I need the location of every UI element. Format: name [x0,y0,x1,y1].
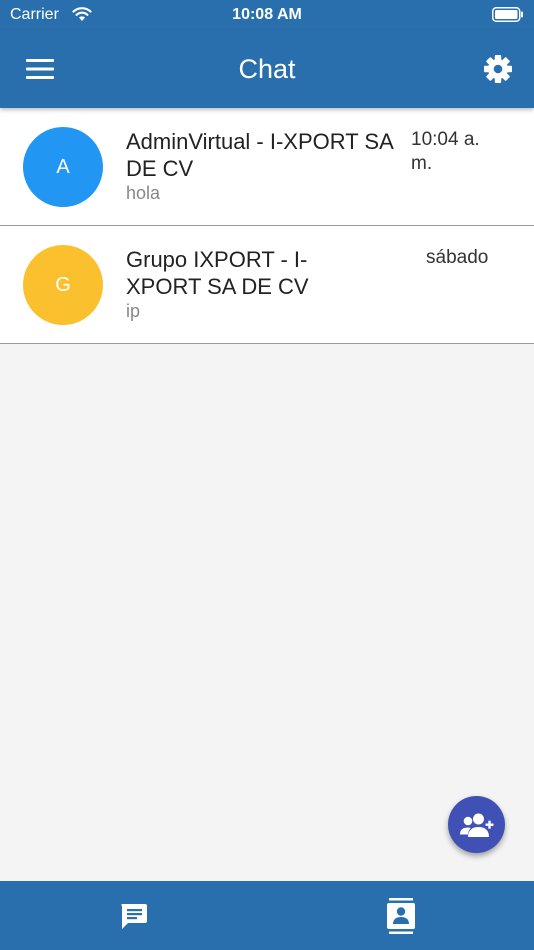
status-time: 10:08 AM [232,6,302,23]
chat-list-item[interactable]: G Grupo IXPORT - I-XPORT SA DE CV ip sáb… [0,226,534,344]
status-bar: Carrier 10:08 AM [0,0,534,30]
chat-timestamp: 10:04 a. m. [411,129,480,174]
tab-contacts[interactable] [267,881,534,950]
contacts-icon [386,897,415,934]
chat-name: AdminVirtual - I-XPORT SA DE CV [126,129,393,181]
chat-list: A AdminVirtual - I-XPORT SA DE CV hola 1… [0,108,534,344]
tab-chats[interactable] [0,881,267,950]
page-title: Chat [238,54,296,84]
battery-icon [492,7,523,22]
settings-button[interactable] [480,51,516,87]
add-contact-icon [459,813,493,837]
chat-name: Grupo IXPORT - I-XPORT SA DE CV [126,247,309,299]
app-bar: Chat [0,30,534,108]
settings-gear-icon [484,55,512,83]
avatar: A [23,127,103,207]
avatar: G [23,245,103,325]
bottom-nav [0,881,534,950]
chat-last-message: hola [126,183,161,203]
chat-timestamp: sábado [426,247,489,268]
chat-list-item[interactable]: A AdminVirtual - I-XPORT SA DE CV hola 1… [0,108,534,226]
chat-icon [120,903,147,929]
add-contact-button[interactable] [448,796,505,853]
chat-last-message: ip [126,301,141,321]
